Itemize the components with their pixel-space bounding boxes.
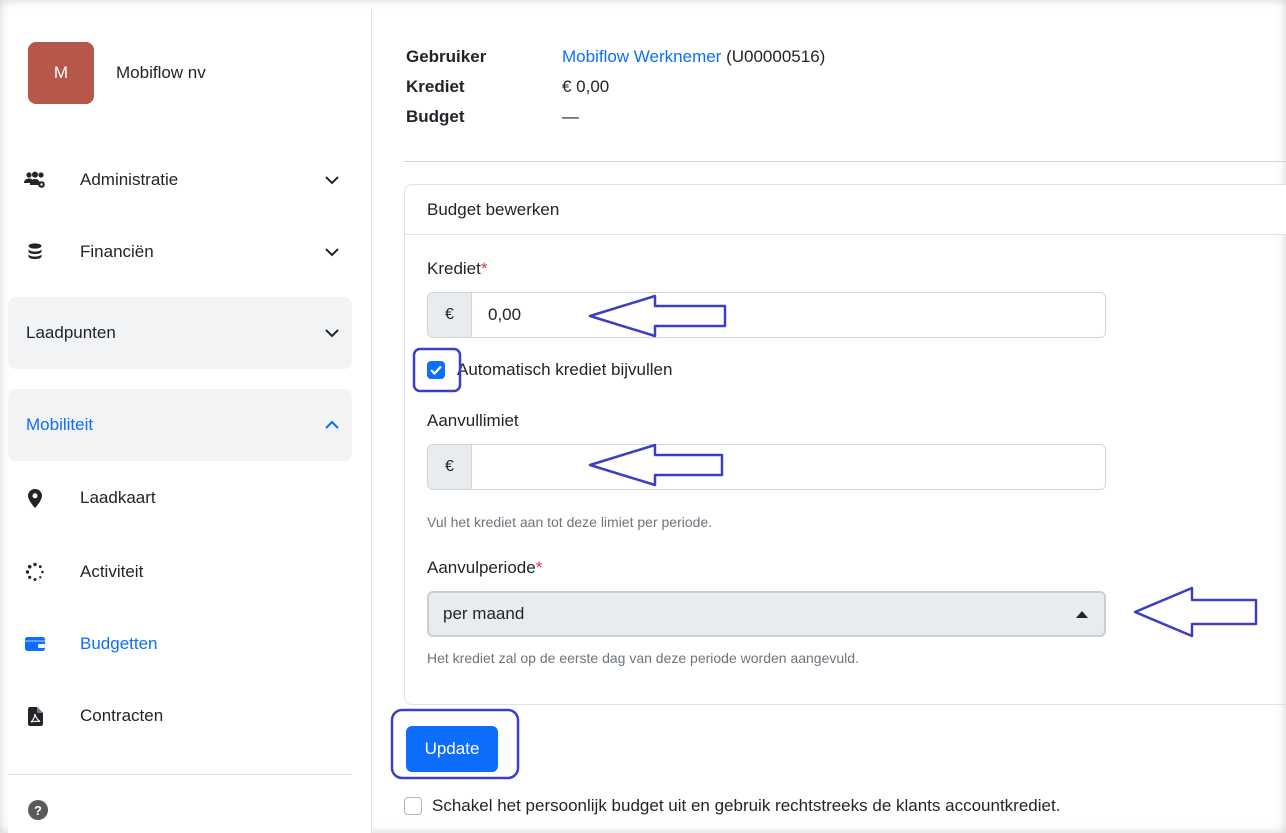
disable-personal-budget-checkbox[interactable]: [404, 797, 422, 815]
spinner-icon: [24, 561, 46, 583]
currency-addon: €: [428, 445, 472, 489]
sidebar-item-administratie[interactable]: Administratie: [8, 144, 352, 216]
sidebar-item-mobiliteit[interactable]: Mobiliteit: [8, 389, 352, 461]
sidebar-item-budgetten[interactable]: Budgetten: [8, 608, 352, 680]
org-name: Mobiflow nv: [116, 63, 206, 82]
chevron-down-icon: [325, 248, 339, 257]
user-summary: Gebruiker Mobiflow Werknemer (U00000516) …: [406, 42, 825, 132]
sidebar-item-laadpunten[interactable]: Laadpunten: [8, 297, 352, 369]
credit-label: Krediet: [406, 77, 465, 96]
disable-personal-budget-row[interactable]: Schakel het persoonlijk budget uit en ge…: [404, 796, 1060, 816]
limit-help-text: Vul het krediet aan tot deze limiet per …: [427, 514, 713, 530]
period-field-label: Aanvulperiode*: [427, 558, 543, 577]
sidebar-item-label: Financiën: [80, 242, 154, 261]
sidebar-item-label: Laadkaart: [80, 488, 156, 507]
chevron-down-icon: [325, 176, 339, 185]
disable-personal-budget-label: Schakel het persoonlijk budget uit en ge…: [432, 796, 1061, 815]
divider: [404, 161, 1286, 162]
chevron-up-icon: [325, 420, 339, 429]
map-pin-icon: [24, 487, 46, 509]
period-selected-value: per maand: [443, 604, 525, 623]
currency-addon: €: [428, 293, 472, 337]
credit-input-group: €: [427, 292, 1106, 338]
auto-refill-row[interactable]: Automatisch krediet bijvullen: [427, 360, 672, 380]
update-button[interactable]: Update: [406, 726, 498, 772]
sidebar-item-label: Administratie: [80, 170, 179, 189]
budget-label: Budget: [406, 107, 465, 126]
auto-refill-checkbox[interactable]: [427, 361, 445, 379]
sidebar-item-label: Activiteit: [80, 562, 144, 581]
chevron-down-icon: [325, 329, 339, 338]
sidebar: M Mobiflow nv Administratie Financiën La…: [8, 10, 372, 833]
sidebar-item-label: Mobiliteit: [26, 415, 94, 434]
limit-field-label: Aanvullimiet: [427, 411, 519, 430]
user-label: Gebruiker: [406, 47, 487, 66]
sidebar-item-label: Laadpunten: [26, 323, 116, 342]
sidebar-item-laadkaart[interactable]: Laadkaart: [8, 462, 352, 534]
coins-icon: [24, 241, 46, 263]
card-title: Budget bewerken: [405, 185, 1286, 235]
user-link[interactable]: Mobiflow Werknemer: [562, 47, 721, 66]
main-content: Gebruiker Mobiflow Werknemer (U00000516) …: [374, 10, 1286, 833]
sidebar-item-activiteit[interactable]: Activiteit: [8, 536, 352, 608]
credit-value: € 0,00: [562, 77, 610, 96]
sidebar-item-contracten[interactable]: Contracten: [8, 680, 352, 752]
period-help-text: Het krediet zal op de eerste dag van dez…: [427, 650, 859, 666]
wallet-icon: [24, 633, 46, 655]
credit-input[interactable]: [472, 293, 1105, 337]
auto-refill-label: Automatisch krediet bijvullen: [457, 360, 673, 379]
limit-input[interactable]: [472, 445, 1105, 489]
sidebar-item-financien[interactable]: Financiën: [8, 216, 352, 288]
budget-value: —: [562, 107, 579, 126]
org-brand[interactable]: M Mobiflow nv: [28, 42, 206, 104]
file-pdf-icon: [24, 705, 46, 727]
period-select[interactable]: per maand: [427, 591, 1106, 637]
sidebar-divider: [8, 774, 352, 775]
help-icon[interactable]: ?: [28, 800, 48, 820]
avatar: M: [28, 42, 94, 104]
check-icon: [430, 365, 442, 375]
users-cog-icon: [24, 169, 46, 191]
budget-edit-card: Budget bewerken Krediet* € Automatisch k…: [404, 184, 1286, 705]
limit-input-group: €: [427, 444, 1106, 490]
user-id: (U00000516): [726, 47, 826, 66]
sidebar-item-label: Contracten: [80, 706, 164, 725]
caret-up-icon: [1076, 611, 1088, 618]
credit-field-label: Krediet*: [427, 259, 488, 278]
sidebar-item-label: Budgetten: [80, 634, 158, 653]
